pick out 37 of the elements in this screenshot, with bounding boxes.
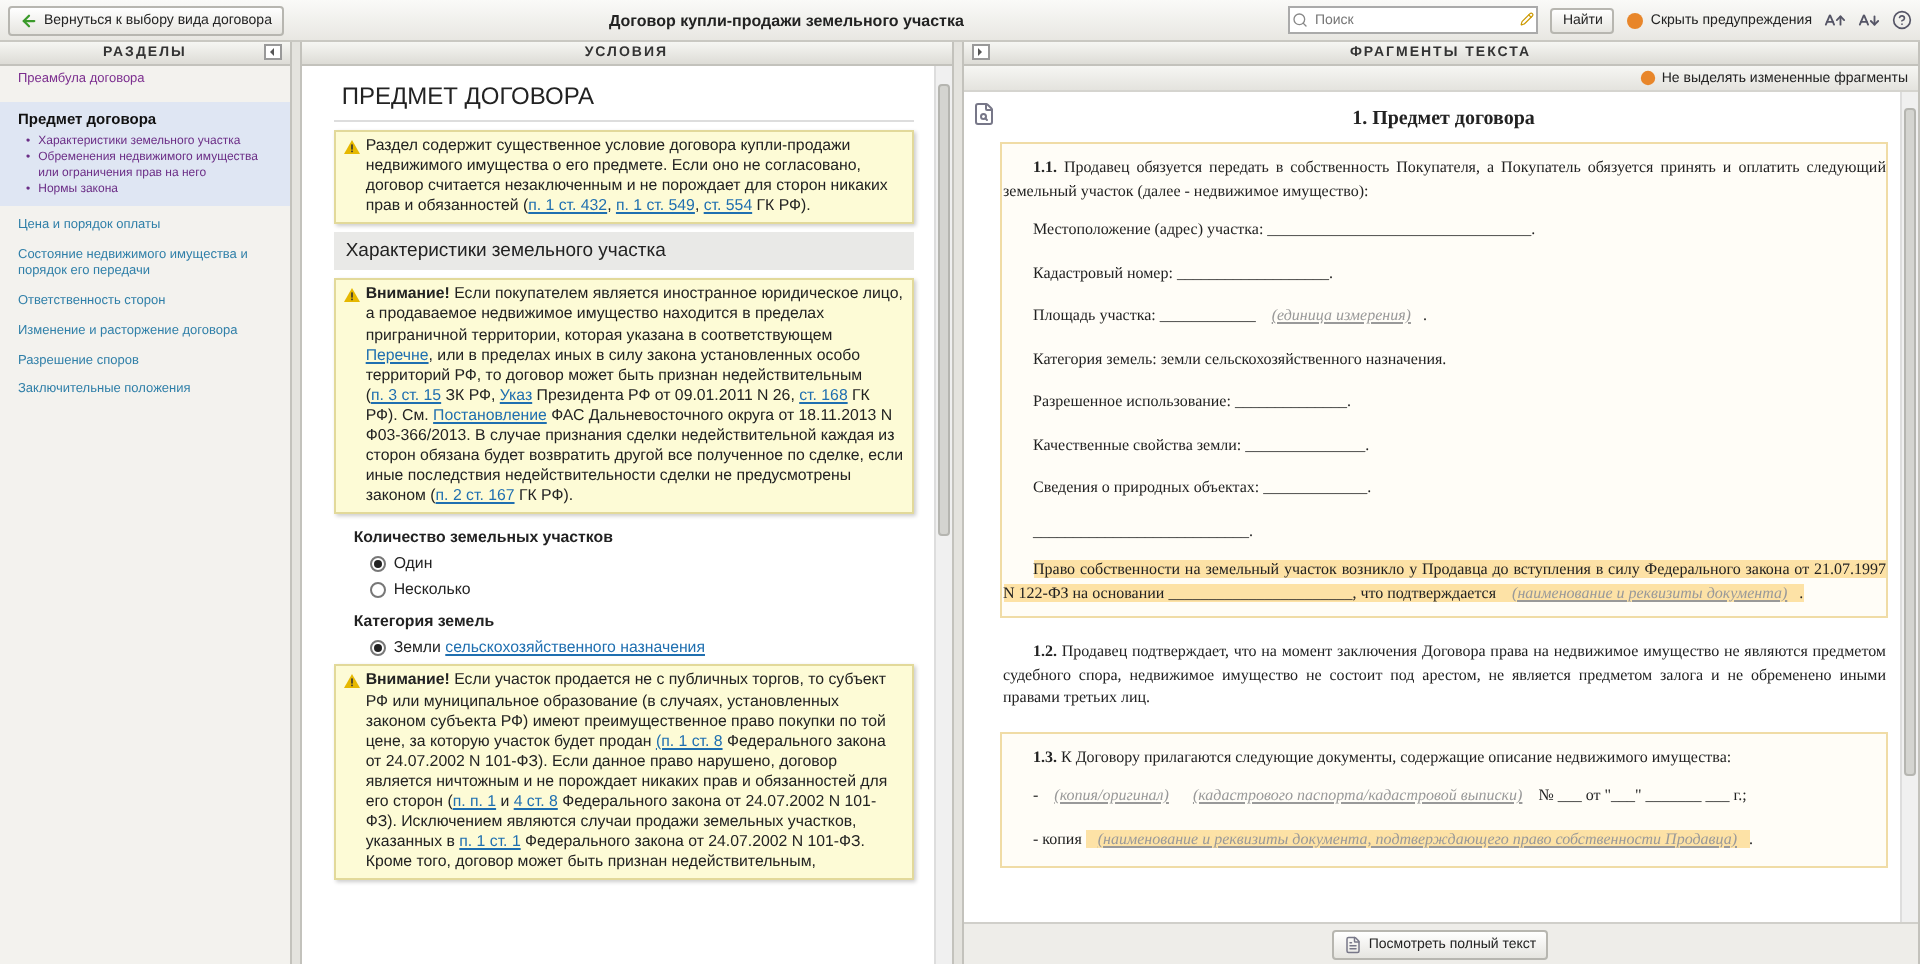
document-paragraph: 1.2. Продавец подтверждает, что на момент заключения Договора права на недвижимое имущество не являются предметом судебного спора, недвижимое имущество не состоит под арестом, не является предметом залога и не обременено иными правами третьих лиц. bbox=[1003, 640, 1886, 710]
document-paragraph: Категория земель: земли сельскохозяйственного назначения. bbox=[1031, 347, 1449, 372]
document-icon bbox=[1344, 935, 1363, 953]
document-paragraph: Разрешенное использование: ______________. bbox=[1031, 390, 1353, 414]
document-paragraph: 1.3. К Договору прилагаются следующие документы, содержащие описание недвижимого имущества: bbox=[1031, 745, 1734, 770]
document-paragraph: Кадастровый номер: ___________________. bbox=[1031, 261, 1335, 286]
warning-icon bbox=[343, 674, 360, 689]
arrow-left-icon bbox=[20, 11, 38, 29]
scrollbar[interactable] bbox=[1900, 92, 1918, 922]
window-title: Договор купли-продажи земельного участка bbox=[607, 11, 966, 29]
font-increase-icon[interactable] bbox=[1824, 9, 1846, 31]
document-preview-icon[interactable] bbox=[971, 102, 995, 126]
document-paragraph: 1.1. Продавец обязуется передать в собственность Покупателя, а Покупатель обязуется принять и оплатить следующий земельный участок (далее - недвижимое имущество): bbox=[1003, 156, 1886, 204]
font-decrease-icon[interactable] bbox=[1858, 9, 1880, 31]
triangle-right-icon bbox=[976, 48, 984, 56]
document-paragraph: - копия (наименование и реквизиты документа, подтверждающего право собственности Продавца) . bbox=[1031, 827, 1755, 852]
collapse-button[interactable] bbox=[263, 44, 282, 60]
radio-button[interactable] bbox=[369, 581, 386, 598]
warning-icon bbox=[343, 288, 360, 303]
scrollbar[interactable] bbox=[933, 66, 951, 964]
document-paragraph: Местоположение (адрес) участка: _________________________________. bbox=[1031, 218, 1538, 242]
document-title: 1. Предмет договора bbox=[1350, 106, 1537, 134]
search-icon bbox=[1292, 12, 1309, 28]
radio-button[interactable] bbox=[369, 639, 386, 656]
document-paragraph: Право собственности на земельный участок возникло у Продавца до вступления в силу Федерального закона от 21.07.1997 N 122-ФЗ на основании _______________________, что подтверждается (наименование и реквизиты документа) . bbox=[1003, 558, 1886, 606]
section-title: ПРЕДМЕТ ДОГОВОРА bbox=[333, 82, 913, 122]
triangle-left-icon bbox=[268, 48, 277, 56]
warning-icon bbox=[343, 140, 360, 154]
document-paragraph: - (копия/оригинал) (кадастрового паспорта/кадастровой выписки) № ___ от "___" _______ ___ г.; bbox=[1031, 784, 1749, 808]
subsection-header: Характеристики земельного участка bbox=[333, 232, 913, 271]
collapse-button[interactable] bbox=[971, 44, 989, 60]
document-paragraph: Сведения о природных объектах: _____________. bbox=[1031, 476, 1374, 500]
document-paragraph: ___________________________. bbox=[1031, 519, 1255, 543]
help-icon[interactable] bbox=[1892, 10, 1912, 30]
radio-button[interactable] bbox=[369, 555, 386, 572]
document-paragraph: Площадь участка: ____________ (единица измерения) . bbox=[1031, 304, 1429, 328]
document-paragraph: Качественные свойства земли: _______________. bbox=[1031, 433, 1372, 457]
